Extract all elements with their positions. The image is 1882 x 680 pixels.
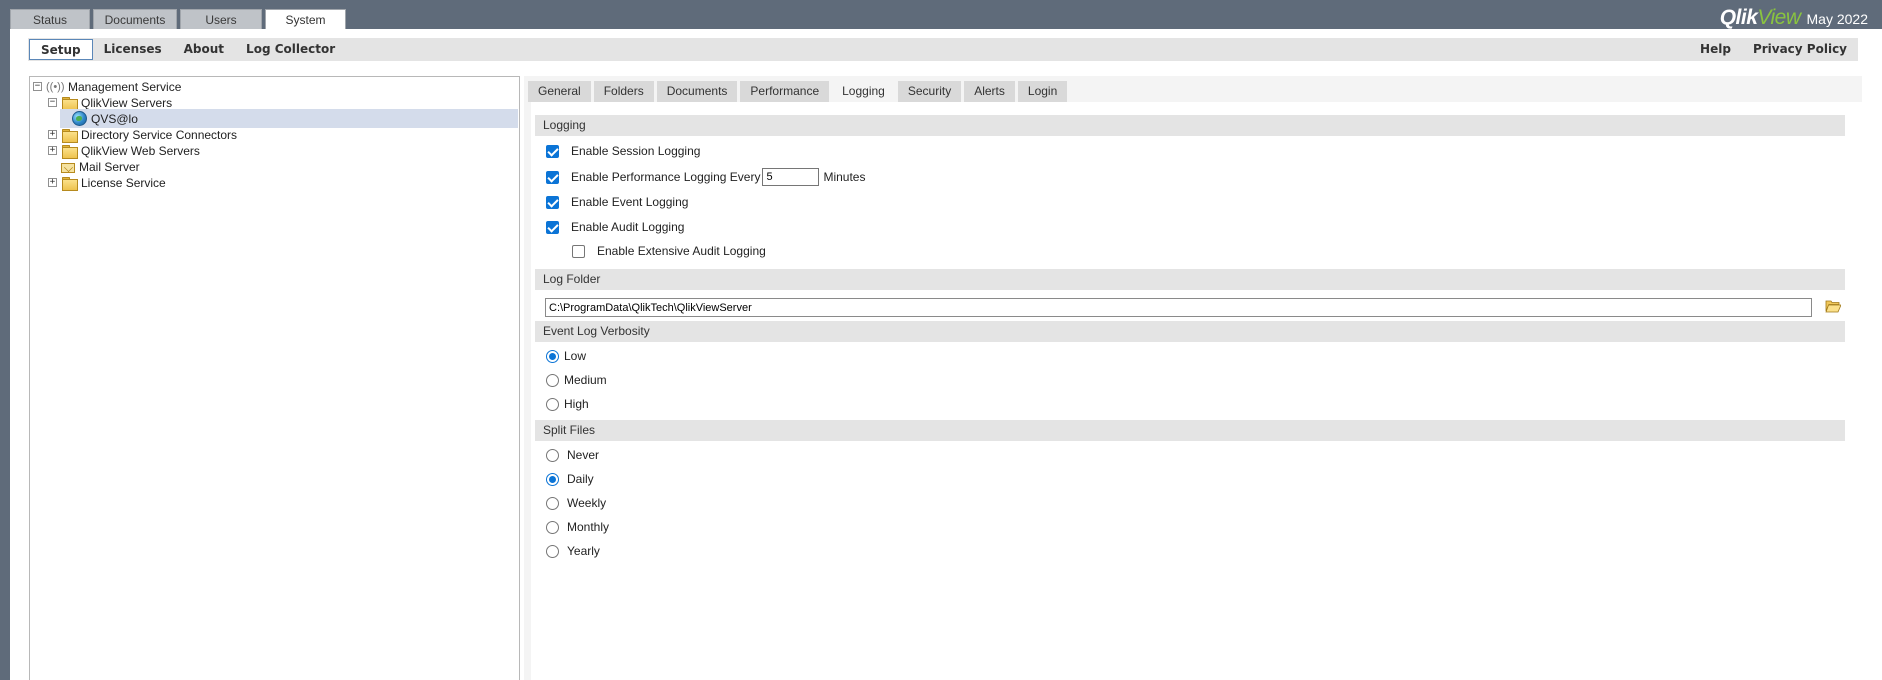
- split-daily-row: Daily: [546, 472, 594, 486]
- logging-content: Logging Enable Session Logging Enable Pe…: [531, 102, 1862, 680]
- sub-navigation: Setup Licenses About Log Collector Help …: [28, 38, 1858, 61]
- tree-item-label: Directory Service Connectors: [81, 127, 238, 142]
- settings-tabs: General Folders Documents Performance Lo…: [528, 81, 1070, 102]
- split-weekly-label: Weekly: [567, 496, 607, 510]
- nav-licenses[interactable]: Licenses: [93, 39, 173, 60]
- verbosity-medium-label: Medium: [564, 373, 607, 387]
- folder-icon: [61, 96, 78, 111]
- tree-item-label: QlikView Web Servers: [81, 143, 200, 158]
- tab-users[interactable]: Users: [180, 9, 262, 29]
- folder-open-icon[interactable]: [1825, 299, 1841, 313]
- split-weekly-row: Weekly: [546, 496, 606, 510]
- expand-icon[interactable]: +: [48, 130, 57, 139]
- verbosity-low-radio[interactable]: [546, 349, 559, 363]
- verbosity-medium-row: Medium: [546, 373, 607, 387]
- nav-help[interactable]: Help: [1689, 39, 1742, 60]
- split-weekly-radio[interactable]: [546, 496, 559, 510]
- split-monthly-label: Monthly: [567, 520, 610, 534]
- extensive-audit-checkbox[interactable]: [572, 244, 585, 258]
- nav-about[interactable]: About: [173, 39, 235, 60]
- tree-item-label: Mail Server: [79, 159, 140, 174]
- performance-logging-row: Enable Performance Logging Every Minutes: [546, 168, 865, 186]
- logo-text-qlik: Qlik: [1719, 6, 1758, 29]
- split-daily-radio[interactable]: [546, 472, 559, 486]
- event-logging-label: Enable Event Logging: [571, 195, 689, 209]
- session-logging-row: Enable Session Logging: [546, 144, 700, 158]
- tree-item-label: License Service: [81, 175, 166, 190]
- service-tree: − ((•)) Management Service − QlikView Se…: [29, 76, 520, 680]
- tab-alerts[interactable]: Alerts: [964, 81, 1015, 102]
- minutes-label: Minutes: [823, 170, 866, 184]
- performance-interval-input[interactable]: [762, 168, 820, 186]
- session-logging-checkbox[interactable]: [546, 144, 559, 158]
- tab-folders[interactable]: Folders: [593, 81, 654, 102]
- expand-icon[interactable]: +: [48, 178, 57, 187]
- nav-log-collector[interactable]: Log Collector: [235, 39, 346, 60]
- audit-logging-label: Enable Audit Logging: [571, 220, 685, 234]
- verbosity-high-label: High: [564, 397, 589, 411]
- section-split-files: Split Files: [535, 420, 1845, 441]
- globe-icon: [72, 111, 87, 126]
- collapse-icon[interactable]: −: [48, 98, 57, 107]
- tab-documents[interactable]: Documents: [93, 9, 177, 29]
- settings-panel: General Folders Documents Performance Lo…: [524, 76, 1862, 680]
- qlikview-logo: QlikView: [1720, 6, 1801, 30]
- split-never-label: Never: [567, 448, 600, 462]
- section-logging: Logging: [535, 115, 1845, 136]
- brand: QlikView May 2022: [1720, 6, 1868, 30]
- session-logging-label: Enable Session Logging: [571, 144, 701, 158]
- verbosity-low-label: Low: [564, 349, 587, 363]
- logo-text-view: View: [1757, 6, 1801, 29]
- event-logging-checkbox[interactable]: [546, 195, 559, 209]
- tab-documents-settings[interactable]: Documents: [656, 81, 738, 102]
- tab-logging[interactable]: Logging: [832, 81, 895, 102]
- verbosity-low-row: Low: [546, 349, 586, 363]
- version-label: May 2022: [1806, 11, 1868, 27]
- split-never-radio[interactable]: [546, 448, 559, 462]
- tab-system[interactable]: System: [265, 9, 346, 30]
- collapse-icon[interactable]: −: [33, 82, 42, 91]
- tab-performance[interactable]: Performance: [740, 81, 830, 102]
- verbosity-medium-radio[interactable]: [546, 373, 559, 387]
- split-yearly-row: Yearly: [546, 544, 600, 558]
- nav-privacy-policy[interactable]: Privacy Policy: [1742, 39, 1858, 60]
- split-yearly-radio[interactable]: [546, 544, 559, 558]
- tab-login[interactable]: Login: [1017, 81, 1068, 102]
- extensive-audit-label: Enable Extensive Audit Logging: [597, 244, 766, 258]
- split-yearly-label: Yearly: [567, 544, 600, 558]
- tree-item-license-service[interactable]: + License Service: [48, 173, 166, 192]
- split-monthly-row: Monthly: [546, 520, 609, 534]
- audit-logging-checkbox[interactable]: [546, 220, 559, 234]
- folder-icon: [61, 144, 78, 159]
- verbosity-high-radio[interactable]: [546, 397, 559, 411]
- event-logging-row: Enable Event Logging: [546, 195, 688, 209]
- tab-general[interactable]: General: [528, 81, 591, 102]
- expand-icon[interactable]: +: [48, 146, 57, 155]
- performance-logging-checkbox[interactable]: [546, 170, 559, 184]
- mail-icon: [61, 162, 75, 173]
- tree-item-label: QlikView Servers: [81, 95, 173, 110]
- tab-security[interactable]: Security: [897, 81, 962, 102]
- tree-item-label: QVS@lo: [91, 111, 138, 126]
- log-folder-path-input[interactable]: [545, 298, 1812, 317]
- tab-status[interactable]: Status: [10, 9, 90, 29]
- split-monthly-radio[interactable]: [546, 520, 559, 534]
- tree-item-label: Management Service: [68, 79, 182, 94]
- split-daily-label: Daily: [567, 472, 594, 486]
- nav-setup[interactable]: Setup: [29, 39, 93, 60]
- split-never-row: Never: [546, 448, 599, 462]
- top-tab-bar: Status Documents Users System: [10, 9, 349, 30]
- folder-icon: [61, 176, 78, 191]
- section-event-log-verbosity: Event Log Verbosity: [535, 321, 1845, 342]
- verbosity-high-row: High: [546, 397, 589, 411]
- audit-logging-row: Enable Audit Logging: [546, 220, 684, 234]
- extensive-audit-row: Enable Extensive Audit Logging: [572, 244, 766, 258]
- main-frame: Setup Licenses About Log Collector Help …: [10, 29, 1882, 680]
- service-icon: ((•)): [46, 80, 65, 93]
- performance-logging-label: Enable Performance Logging Every: [571, 170, 761, 184]
- folder-icon: [61, 128, 78, 143]
- section-log-folder: Log Folder: [535, 269, 1845, 290]
